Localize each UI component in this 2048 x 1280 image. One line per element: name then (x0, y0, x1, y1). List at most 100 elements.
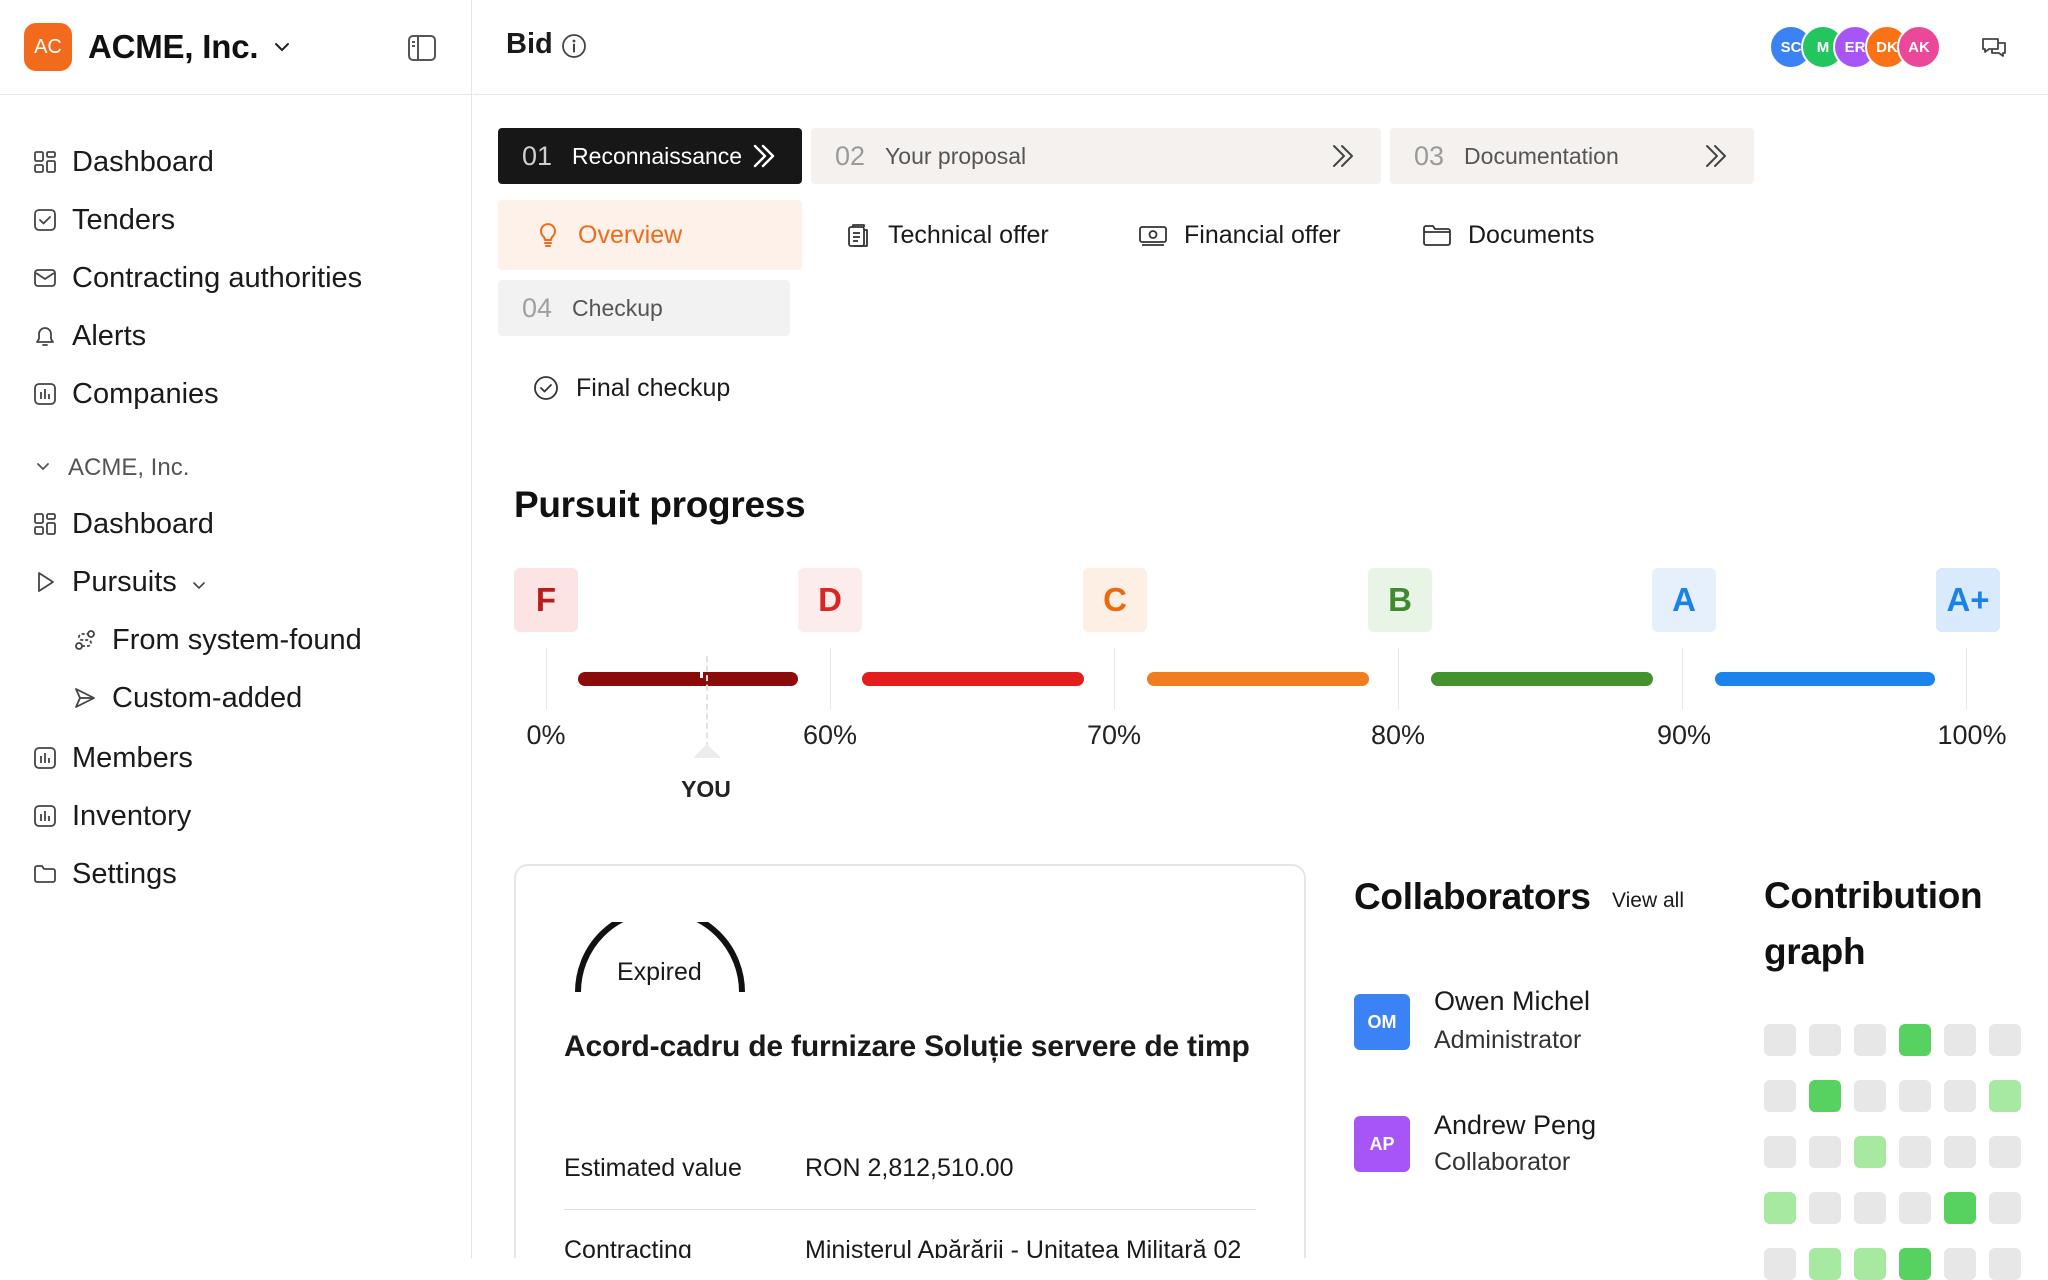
grade-b: B (1368, 568, 1432, 632)
tab-label: Financial offer (1184, 220, 1341, 249)
contribution-cell (1944, 1080, 1976, 1112)
send-icon (72, 685, 98, 711)
avatar[interactable]: AK (1897, 25, 1941, 69)
progress-bar-a (1715, 672, 1935, 686)
progress-bar-c (1147, 672, 1369, 686)
contribution-cell (1899, 1080, 1931, 1112)
contribution-cell (1899, 1248, 1931, 1280)
grade-a-plus: A+ (1936, 568, 2000, 632)
contribution-cell (1944, 1248, 1976, 1280)
tab-financial-offer[interactable]: Financial offer (1138, 215, 1341, 255)
viewport-clip (0, 1258, 1400, 1280)
grade-c: C (1083, 568, 1147, 632)
contribution-cell (1809, 1136, 1841, 1168)
progress-bar-b (1431, 672, 1653, 686)
nav-item-dashboard[interactable]: Dashboard (32, 142, 214, 182)
grade-d: D (798, 568, 862, 632)
contribution-cell (1854, 1080, 1886, 1112)
nav-item-companies[interactable]: Companies (32, 374, 219, 414)
nav-item-tenders[interactable]: Tenders (32, 200, 175, 240)
double-chevron-right-icon (1329, 142, 1357, 176)
info-icon[interactable] (561, 33, 587, 64)
contribution-cell (1854, 1192, 1886, 1224)
percent-label: 70% (1086, 720, 1142, 750)
tab-overview[interactable]: Overview (498, 200, 802, 270)
nav-item-org-dashboard[interactable]: Dashboard (32, 504, 214, 544)
tab-documents[interactable]: Documents (1422, 215, 1594, 255)
org-name: ACME, Inc. (88, 28, 259, 65)
collaborator-name[interactable]: Owen Michel (1434, 986, 1590, 1017)
percent-label: 0% (526, 720, 566, 750)
org-section-toggle[interactable]: ACME, Inc. (34, 454, 189, 482)
folder-icon (1422, 221, 1452, 249)
sidebar: AC ACME, Inc. Dashboard Tenders Contract… (0, 0, 472, 1280)
nav-item-custom-added[interactable]: Custom-added (72, 678, 302, 718)
step-label: Documentation (1464, 142, 1619, 169)
you-marker (700, 672, 703, 678)
grid-icon (32, 511, 58, 537)
step-your-proposal[interactable]: 02 Your proposal (811, 128, 1381, 184)
estimated-value-label: Estimated value (564, 1154, 742, 1182)
step-label: Checkup (572, 294, 663, 321)
nav-label: From system-found (112, 623, 362, 656)
step-number: 03 (1414, 140, 1445, 171)
step-label: Your proposal (885, 142, 1027, 169)
nav-item-from-system-found[interactable]: From system-found (72, 620, 362, 660)
avatar[interactable]: AP (1354, 1116, 1410, 1172)
folder-icon (32, 861, 58, 887)
nav-label: Dashboard (72, 507, 214, 540)
percent-label: 80% (1370, 720, 1426, 750)
grade-f: F (514, 568, 578, 632)
double-chevron-right-icon (1702, 142, 1730, 176)
nav-label: Pursuits (72, 565, 177, 598)
nav-item-alerts[interactable]: Alerts (32, 316, 146, 356)
chevron-down-icon (272, 37, 292, 57)
step-number: 02 (835, 140, 866, 171)
avatar[interactable]: OM (1354, 994, 1410, 1050)
bar-chart-icon (32, 381, 58, 407)
contribution-cell (1809, 1080, 1841, 1112)
collaborator-name[interactable]: Andrew Peng (1434, 1110, 1596, 1141)
contribution-cell (1899, 1136, 1931, 1168)
tick (1682, 648, 1683, 710)
mail-icon (32, 265, 58, 291)
nav-label: Members (72, 741, 193, 774)
nav-item-inventory[interactable]: Inventory (32, 796, 191, 836)
chevron-down-icon (34, 454, 52, 482)
tab-label: Documents (1468, 220, 1595, 249)
step-reconnaissance[interactable]: 01 Reconnaissance (498, 128, 802, 184)
step-label: Reconnaissance (572, 142, 743, 169)
step-checkup[interactable]: 04 Checkup (498, 280, 790, 336)
nav-item-contracting-authorities[interactable]: Contracting authorities (32, 258, 362, 298)
nav-item-members[interactable]: Members (32, 738, 193, 778)
tick (1114, 648, 1115, 710)
chat-icon[interactable] (1980, 34, 2008, 67)
contribution-cell (1854, 1248, 1886, 1280)
section-label: ACME, Inc. (68, 454, 190, 481)
org-switcher[interactable]: AC ACME, Inc. (0, 0, 471, 95)
step-number: 01 (522, 140, 553, 171)
tab-final-checkup[interactable]: Final checkup (532, 368, 730, 408)
tab-technical-offer[interactable]: Technical offer (844, 215, 1049, 255)
step-documentation[interactable]: 03 Documentation (1390, 128, 1754, 184)
percent-label: 90% (1656, 720, 1712, 750)
page-title: Bid (506, 28, 553, 60)
contribution-cell (1989, 1192, 2021, 1224)
nav-label: Inventory (72, 799, 192, 832)
nav-item-settings[interactable]: Settings (32, 854, 177, 894)
nav-item-pursuits[interactable]: Pursuits (32, 562, 207, 602)
sidebar-toggle-icon[interactable] (406, 32, 438, 69)
contribution-cell (1809, 1248, 1841, 1280)
nav-label: Dashboard (72, 145, 214, 178)
estimated-value: RON 2,812,510.00 (805, 1154, 1014, 1182)
contribution-cell (1854, 1024, 1886, 1056)
check-badge-icon (532, 374, 560, 402)
contribution-cell (1764, 1192, 1796, 1224)
chevron-down-icon (191, 577, 207, 593)
you-pointer (693, 744, 721, 758)
contribution-cell (1854, 1136, 1886, 1168)
divider (564, 1209, 1256, 1210)
banknote-icon (1138, 221, 1168, 249)
view-all-link[interactable]: View all (1612, 889, 1684, 913)
percent-label: 100% (1937, 720, 2007, 750)
